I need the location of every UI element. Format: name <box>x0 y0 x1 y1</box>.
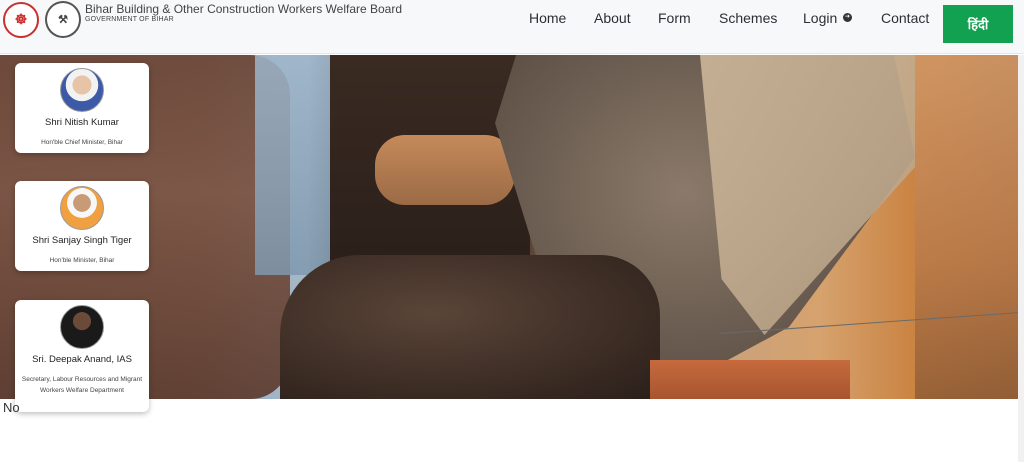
bihar-emblem-icon[interactable]: ☸ <box>3 2 39 38</box>
profile-role: Hon'ble Minister, Bihar <box>49 257 115 264</box>
worker-hand <box>280 255 660 399</box>
profile-name: Shri Nitish Kumar <box>45 117 119 128</box>
arrow-circle-icon[interactable]: ➜ <box>843 13 852 22</box>
profile-card-chief-minister: Shri Nitish Kumar Hon'ble Chief Minister… <box>15 63 149 153</box>
profile-card-minister: Shri Sanjay Singh Tiger Hon'ble Minister… <box>15 181 149 271</box>
site-subtitle: GOVERNMENT OF BIHAR <box>85 16 174 23</box>
profile-card-secretary: Sri. Deepak Anand, IAS Secretary, Labour… <box>15 300 149 412</box>
nav-about[interactable]: About <box>594 10 631 26</box>
nav-login[interactable]: Login <box>803 10 837 26</box>
brick <box>650 360 850 399</box>
notice-heading: No <box>3 400 20 415</box>
hero-banner <box>0 55 1024 399</box>
site-title[interactable]: Bihar Building & Other Construction Work… <box>85 2 402 16</box>
hero-background <box>255 55 330 275</box>
profile-role: Secretary, Labour Resources and Migrant … <box>21 376 143 394</box>
site-header: ☸ ⚒ Bihar Building & Other Construction … <box>0 0 1024 54</box>
nav-contact[interactable]: Contact <box>881 10 929 26</box>
nav-home[interactable]: Home <box>529 10 566 26</box>
avatar <box>60 68 104 112</box>
profile-role: Hon'ble Chief Minister, Bihar <box>41 139 123 146</box>
avatar <box>60 305 104 349</box>
nav-form[interactable]: Form <box>658 10 691 26</box>
trowel-handle <box>375 135 515 205</box>
language-hindi-button[interactable]: हिंदी <box>943 5 1013 43</box>
scrollbar[interactable] <box>1018 55 1024 462</box>
nav-schemes[interactable]: Schemes <box>719 10 777 26</box>
hero-right-background <box>915 55 1024 399</box>
profile-name: Sri. Deepak Anand, IAS <box>32 354 132 365</box>
avatar <box>60 186 104 230</box>
board-logo-icon[interactable]: ⚒ <box>45 1 81 38</box>
profile-name: Shri Sanjay Singh Tiger <box>32 235 132 246</box>
